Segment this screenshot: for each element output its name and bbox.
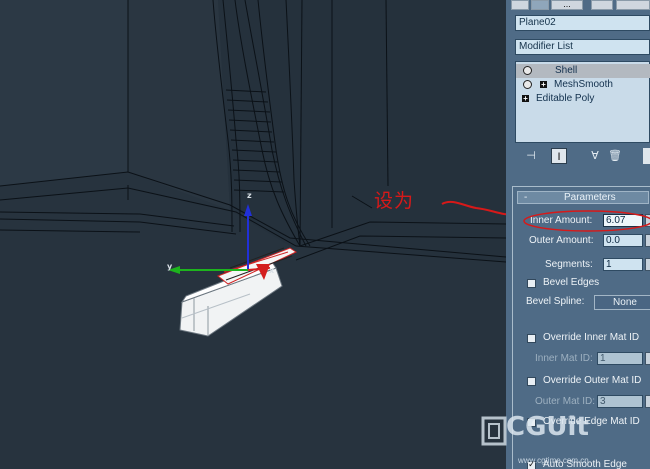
motion-tab-icon[interactable]: [531, 0, 549, 10]
override-outer-mat-id-label: Override Outer Mat ID: [543, 375, 642, 386]
create-tab-icon[interactable]: [616, 0, 650, 10]
utilities-tab-icon[interactable]: [591, 0, 613, 10]
hierarchy-tab-icon[interactable]: [511, 0, 529, 10]
wireframe-scene: [0, 0, 506, 337]
pin-stack-icon[interactable]: ⊣: [523, 148, 539, 164]
outer-mat-id-spinner[interactable]: [645, 395, 650, 408]
perspective-viewport[interactable]: z y x 设为: [0, 0, 506, 469]
light-bulb-icon[interactable]: [523, 80, 532, 89]
bevel-edges-label: Bevel Edges: [543, 277, 600, 288]
display-tab-icon[interactable]: ...: [551, 0, 583, 10]
annotation-highlight-ellipse: [523, 210, 650, 232]
z-axis-label: z: [247, 191, 252, 200]
inner-mat-id-label: Inner Mat ID:: [535, 353, 593, 364]
watermark-url: www.cgtime.com.cn: [518, 456, 589, 465]
x-axis-label: x: [269, 266, 275, 275]
back-wall-face: [0, 0, 128, 186]
inner-mat-id-input[interactable]: 1: [597, 352, 643, 365]
object-name-field[interactable]: Plane02: [515, 15, 650, 31]
segments-spinner[interactable]: [645, 258, 650, 271]
rollout-title: Parameters: [564, 192, 616, 203]
parameters-rollout-header[interactable]: - Parameters: [517, 191, 649, 204]
remove-modifier-icon[interactable]: 🗑: [607, 148, 623, 164]
segments-label: Segments:: [545, 259, 593, 270]
make-unique-icon[interactable]: ∀: [587, 148, 603, 164]
stack-item-label: MeshSmooth: [554, 79, 613, 90]
outer-amount-label: Outer Amount:: [529, 235, 594, 246]
modifier-list-dropdown[interactable]: Modifier List: [515, 39, 650, 55]
expand-icon[interactable]: +: [522, 95, 529, 103]
stack-toolbar: ⊣ I ∀ 🗑: [515, 147, 650, 167]
bevel-edges-checkbox[interactable]: [527, 279, 536, 288]
stack-item-meshsmooth[interactable]: + MeshSmooth: [516, 78, 650, 92]
modifier-stack[interactable]: Shell + MeshSmooth + Editable Poly: [515, 61, 650, 143]
outer-mat-id-label: Outer Mat ID:: [535, 396, 596, 407]
watermark-logo-icon: [481, 416, 507, 446]
override-inner-mat-id-checkbox[interactable]: [527, 334, 536, 343]
pillar-face: [128, 0, 230, 210]
override-outer-mat-id-checkbox[interactable]: [527, 377, 536, 386]
override-inner-mat-id-label: Override Inner Mat ID: [543, 332, 640, 343]
shell-object[interactable]: [179, 247, 298, 337]
outer-amount-input[interactable]: 0.0: [603, 234, 643, 247]
stack-item-editable-poly[interactable]: + Editable Poly: [516, 92, 650, 106]
inner-mat-id-spinner[interactable]: [645, 352, 650, 365]
watermark: CGUit www.cgtime.com.cn: [478, 408, 650, 469]
outer-amount-spinner[interactable]: [645, 234, 650, 247]
bevel-spline-label: Bevel Spline:: [526, 296, 585, 307]
annotation-text: 设为: [374, 190, 415, 212]
y-axis-label: y: [167, 262, 173, 271]
configure-sets-icon[interactable]: [643, 148, 650, 164]
collapse-icon: -: [524, 192, 528, 203]
command-panel: ... Plane02 Modifier List Shell + MeshSm…: [506, 0, 650, 469]
stack-item-shell[interactable]: Shell: [516, 64, 650, 78]
stack-item-label: Shell: [555, 65, 578, 76]
outer-mat-id-input[interactable]: 3: [597, 395, 643, 408]
stack-item-label: Editable Poly: [536, 93, 595, 104]
light-bulb-icon[interactable]: [523, 66, 532, 75]
expand-icon[interactable]: +: [540, 81, 547, 89]
bevel-spline-button[interactable]: None: [594, 295, 650, 310]
show-end-result-icon[interactable]: I: [551, 148, 567, 164]
watermark-logo-text: CGUit: [506, 412, 589, 442]
segments-input[interactable]: 1: [603, 258, 643, 271]
